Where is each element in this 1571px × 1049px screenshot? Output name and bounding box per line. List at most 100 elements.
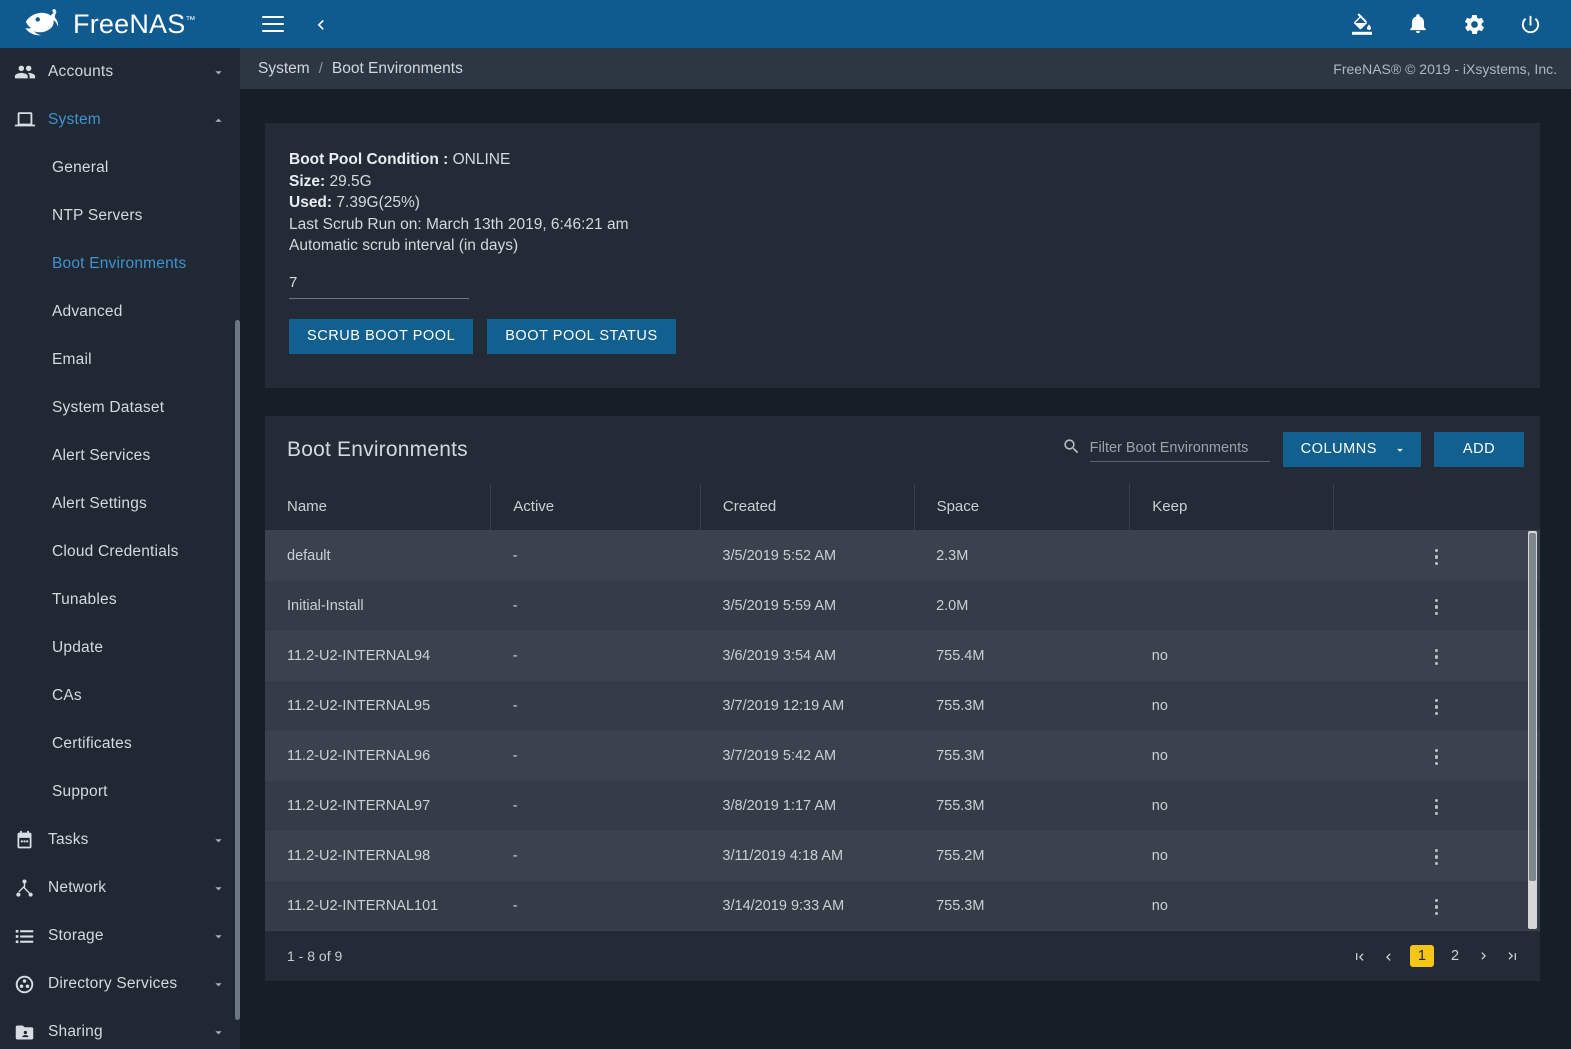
- sidebar-item-boot-environments[interactable]: Boot Environments: [0, 240, 240, 288]
- scrub-interval-input[interactable]: [289, 270, 469, 299]
- breadcrumb-item-boot-environments[interactable]: Boot Environments: [332, 60, 463, 78]
- sidebar-item-cas[interactable]: CAs: [0, 672, 240, 720]
- sidebar-item-system-dataset[interactable]: System Dataset: [0, 384, 240, 432]
- sidebar-item-tunables[interactable]: Tunables: [0, 576, 240, 624]
- sidebar-item-label: Storage: [48, 927, 104, 944]
- cell-name: Initial-Install: [265, 580, 491, 631]
- search-input[interactable]: [1089, 437, 1270, 462]
- hamburger-menu-icon[interactable]: [260, 11, 286, 37]
- column-header-active[interactable]: Active: [490, 483, 701, 531]
- table-row[interactable]: 11.2-U2-INTERNAL96-3/7/2019 5:42 AM 755.3…: [265, 730, 1540, 781]
- kebab-menu-icon[interactable]: [1423, 543, 1451, 572]
- table-row[interactable]: default -3/5/2019 5:52 AM 2.3M: [265, 530, 1540, 581]
- kebab-menu-icon[interactable]: [1423, 843, 1451, 872]
- page-button-2[interactable]: 2: [1448, 948, 1462, 964]
- sidebar-item-support[interactable]: Support: [0, 768, 240, 816]
- cell-name: default: [265, 530, 491, 581]
- table-row[interactable]: 11.2-U2-INTERNAL101-3/14/2019 9:33 AM 755…: [265, 880, 1540, 931]
- cell-created: 3/5/2019 5:52 AM: [700, 530, 915, 581]
- cell-name: 11.2-U2-INTERNAL96: [265, 730, 491, 781]
- breadcrumb-item-system[interactable]: System: [258, 60, 310, 78]
- cell-active: -: [490, 630, 701, 681]
- boot-pool-used-label: Used:: [289, 194, 333, 211]
- first-page-icon[interactable]: [1352, 949, 1367, 964]
- cell-created: 3/8/2019 1:17 AM: [700, 780, 915, 831]
- cell-space: 2.3M: [914, 530, 1130, 581]
- chevron-down-icon[interactable]: [211, 833, 226, 848]
- chevron-down-icon[interactable]: [211, 65, 226, 80]
- cell-keep: no: [1129, 730, 1334, 781]
- table-scrollbar-thumb[interactable]: [1529, 532, 1536, 881]
- column-header-created[interactable]: Created: [699, 483, 915, 531]
- trademark-symbol: ™: [185, 14, 196, 26]
- cell-actions: [1333, 580, 1540, 631]
- boot-pool-card: Boot Pool Condition : ONLINE Size: 29.5G…: [265, 123, 1540, 388]
- columns-button[interactable]: COLUMNS: [1282, 432, 1421, 467]
- sidebar-item-sharing[interactable]: Sharing: [0, 1008, 240, 1049]
- table-scrollbar-track[interactable]: [1528, 530, 1537, 929]
- chevron-left-icon[interactable]: [308, 11, 334, 37]
- add-button[interactable]: ADD: [1434, 432, 1524, 467]
- cell-keep: no: [1129, 830, 1334, 881]
- sidebar-item-update[interactable]: Update: [0, 624, 240, 672]
- column-header-name[interactable]: Name: [265, 483, 491, 531]
- sidebar-item-alert-settings[interactable]: Alert Settings: [0, 480, 240, 528]
- scrub-boot-pool-button[interactable]: SCRUB BOOT POOL: [289, 318, 474, 354]
- table-row[interactable]: 11.2-U2-INTERNAL98-3/11/2019 4:18 AM 755.…: [265, 830, 1540, 881]
- sidebar-item-storage[interactable]: Storage: [0, 912, 240, 960]
- chevron-down-icon[interactable]: [211, 929, 226, 944]
- cell-actions: [1333, 780, 1540, 831]
- table-header-row: Name Active Created Space Keep: [265, 483, 1540, 531]
- kebab-menu-icon[interactable]: [1423, 643, 1451, 672]
- column-header-space[interactable]: Space: [913, 483, 1130, 531]
- sidebar-item-tasks[interactable]: Tasks: [0, 816, 240, 864]
- boot-environments-card: Boot Environments COLUMNS ADD: [265, 415, 1540, 981]
- page-button-1[interactable]: 1: [1409, 945, 1434, 967]
- settings-gear-icon[interactable]: [1461, 11, 1487, 37]
- boot-environments-table: Name Active Created Space Keep default -3…: [265, 483, 1540, 931]
- table-row[interactable]: Initial-Install -3/5/2019 5:59 AM 2.0M: [265, 580, 1540, 631]
- boot-pool-status-button[interactable]: BOOT POOL STATUS: [487, 318, 676, 354]
- boot-pool-size-value: 29.5G: [329, 172, 372, 190]
- sidebar-subitem-label: Cloud Credentials: [52, 543, 179, 560]
- cell-name: 11.2-U2-INTERNAL95: [265, 680, 491, 731]
- chevron-up-icon[interactable]: [211, 113, 226, 128]
- next-page-icon[interactable]: [1476, 949, 1491, 964]
- sidebar-item-network[interactable]: Network: [0, 864, 240, 912]
- power-icon[interactable]: [1517, 11, 1543, 37]
- sidebar-item-general[interactable]: General: [0, 144, 240, 192]
- column-header-actions: [1332, 483, 1540, 531]
- sidebar: Accounts System General NTP Servers Boot…: [0, 48, 240, 1049]
- system-computer-icon: [14, 109, 48, 131]
- sidebar-item-advanced[interactable]: Advanced: [0, 288, 240, 336]
- chevron-down-icon[interactable]: [211, 977, 226, 992]
- table-row[interactable]: 11.2-U2-INTERNAL97-3/8/2019 1:17 AM 755.3…: [265, 780, 1540, 831]
- sidebar-item-system[interactable]: System: [0, 96, 240, 144]
- chevron-down-icon[interactable]: [211, 1025, 226, 1040]
- sidebar-item-certificates[interactable]: Certificates: [0, 720, 240, 768]
- cell-actions: [1333, 630, 1540, 681]
- column-header-keep[interactable]: Keep: [1129, 483, 1334, 531]
- table-row[interactable]: 11.2-U2-INTERNAL94-3/6/2019 3:54 AM 755.4…: [265, 630, 1540, 681]
- brand-logo[interactable]: FreeNAS™: [0, 0, 240, 48]
- sidebar-subitem-label: Email: [52, 351, 92, 368]
- kebab-menu-icon[interactable]: [1423, 743, 1451, 772]
- sidebar-item-cloud-credentials[interactable]: Cloud Credentials: [0, 528, 240, 576]
- kebab-menu-icon[interactable]: [1423, 693, 1451, 722]
- sidebar-item-accounts[interactable]: Accounts: [0, 48, 240, 96]
- table-row[interactable]: 11.2-U2-INTERNAL95-3/7/2019 12:19 AM 755.…: [265, 680, 1540, 731]
- kebab-menu-icon[interactable]: [1423, 593, 1451, 622]
- previous-page-icon[interactable]: [1381, 949, 1396, 964]
- cell-name: 11.2-U2-INTERNAL94: [265, 630, 491, 681]
- sidebar-item-email[interactable]: Email: [0, 336, 240, 384]
- chevron-down-icon[interactable]: [211, 881, 226, 896]
- kebab-menu-icon[interactable]: [1423, 893, 1451, 922]
- notifications-bell-icon[interactable]: [1405, 11, 1431, 37]
- top-bar-right-controls: [1349, 11, 1571, 37]
- sidebar-item-alert-services[interactable]: Alert Services: [0, 432, 240, 480]
- last-page-icon[interactable]: [1505, 949, 1520, 964]
- sidebar-item-directory-services[interactable]: Directory Services: [0, 960, 240, 1008]
- format-color-fill-icon[interactable]: [1349, 11, 1375, 37]
- kebab-menu-icon[interactable]: [1423, 793, 1451, 822]
- sidebar-item-ntp-servers[interactable]: NTP Servers: [0, 192, 240, 240]
